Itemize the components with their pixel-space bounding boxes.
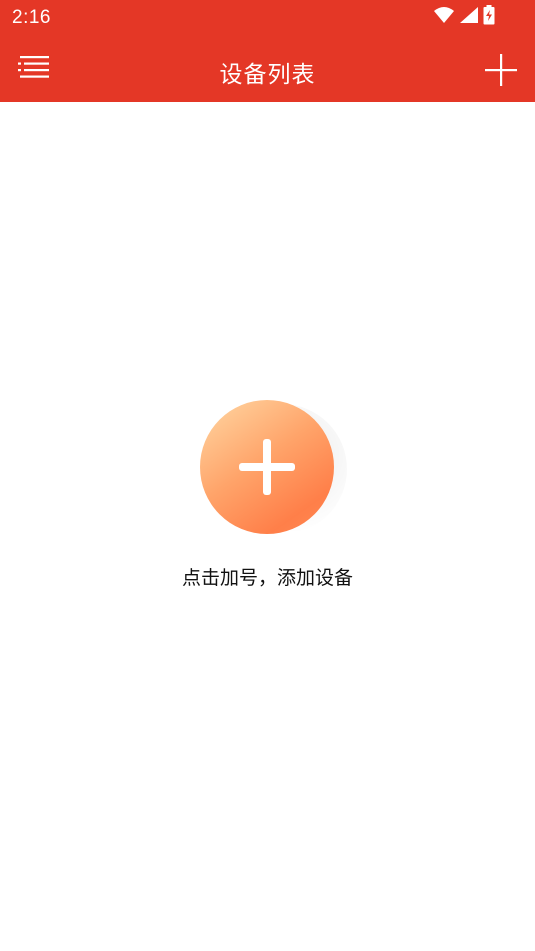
status-icons: [433, 5, 495, 29]
battery-charging-icon: [483, 5, 495, 29]
toolbar: 设备列表: [0, 36, 535, 102]
wifi-icon: [433, 6, 455, 28]
app-header: 2:16 设备列表: [0, 0, 535, 102]
plus-icon: [239, 439, 295, 495]
add-device-button[interactable]: [481, 50, 521, 90]
empty-state: 点击加号，添加设备: [0, 398, 535, 598]
status-bar: 2:16: [0, 0, 535, 36]
add-circle-wrap: [199, 400, 349, 540]
status-time: 2:16: [12, 7, 51, 28]
empty-hint-text: 点击加号，添加设备: [181, 567, 353, 589]
signal-icon: [459, 6, 479, 28]
plus-icon: [485, 54, 517, 86]
add-device-circle-button[interactable]: [200, 400, 334, 534]
page-title: 设备列表: [219, 62, 316, 88]
